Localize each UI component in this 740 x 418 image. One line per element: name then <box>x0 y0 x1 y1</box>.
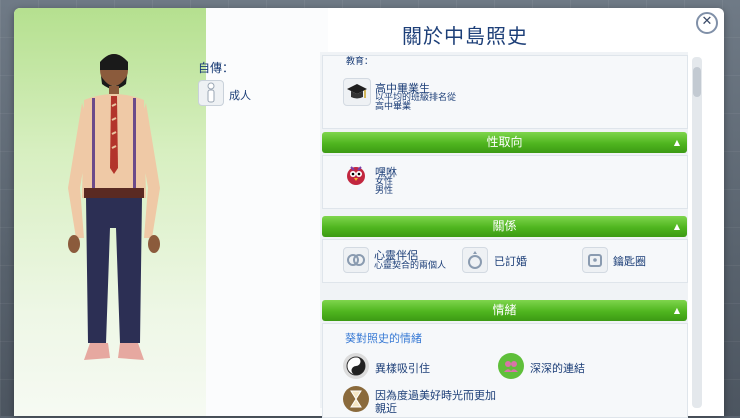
graduation-cap-icon <box>343 78 371 106</box>
soulmate-icon <box>343 247 369 273</box>
hourglass-icon <box>343 386 369 412</box>
collapse-arrow-icon: ▲ <box>673 306 680 315</box>
orientation-header[interactable]: 性取向 ▲ <box>322 132 687 153</box>
relationship-item-keychain: 鑰匙圈 <box>613 255 646 268</box>
sim-portrait <box>68 54 160 360</box>
connection-icon <box>498 353 524 379</box>
close-button[interactable]: ✕ <box>696 12 718 34</box>
collapse-arrow-icon: ▲ <box>673 222 680 231</box>
orientation-line-2: 男性 <box>375 186 394 196</box>
adult-age-icon <box>198 80 224 106</box>
education-header: 教育： <box>346 57 374 67</box>
yin-yang-icon <box>343 353 369 379</box>
orientation-header-label: 性取向 <box>486 135 523 149</box>
relationship-item-engaged: 已訂婚 <box>494 255 527 268</box>
woohoo-bird-icon <box>343 162 369 188</box>
emotion-header-label: 情緒 <box>492 303 517 317</box>
key-icon <box>582 247 608 273</box>
emotion-subheader: 葵對照史的情緒 <box>345 332 422 345</box>
relationship-item-soulmate-desc: 心靈契合的兩個人 <box>374 261 447 271</box>
ring-icon <box>462 247 488 273</box>
emotion-item-deep-connection: 深深的連結 <box>530 362 585 375</box>
education-desc-2: 高中畢業 <box>375 102 412 112</box>
scrollbar[interactable] <box>692 57 702 408</box>
scrollbar-thumb[interactable] <box>693 67 701 97</box>
age-label: 成人 <box>229 89 251 102</box>
emotion-header[interactable]: 情緒 ▲ <box>322 300 687 321</box>
collapse-arrow-icon: ▲ <box>673 138 680 147</box>
sim-portrait-panel <box>14 8 206 416</box>
relationship-header-label: 關係 <box>492 219 517 233</box>
relationship-header[interactable]: 關係 ▲ <box>322 216 687 237</box>
bio-label: 自傳： <box>198 61 235 75</box>
emotion-item-attraction: 異樣吸引住 <box>375 362 430 375</box>
emotion-item-good-times-2: 親近 <box>375 402 397 415</box>
